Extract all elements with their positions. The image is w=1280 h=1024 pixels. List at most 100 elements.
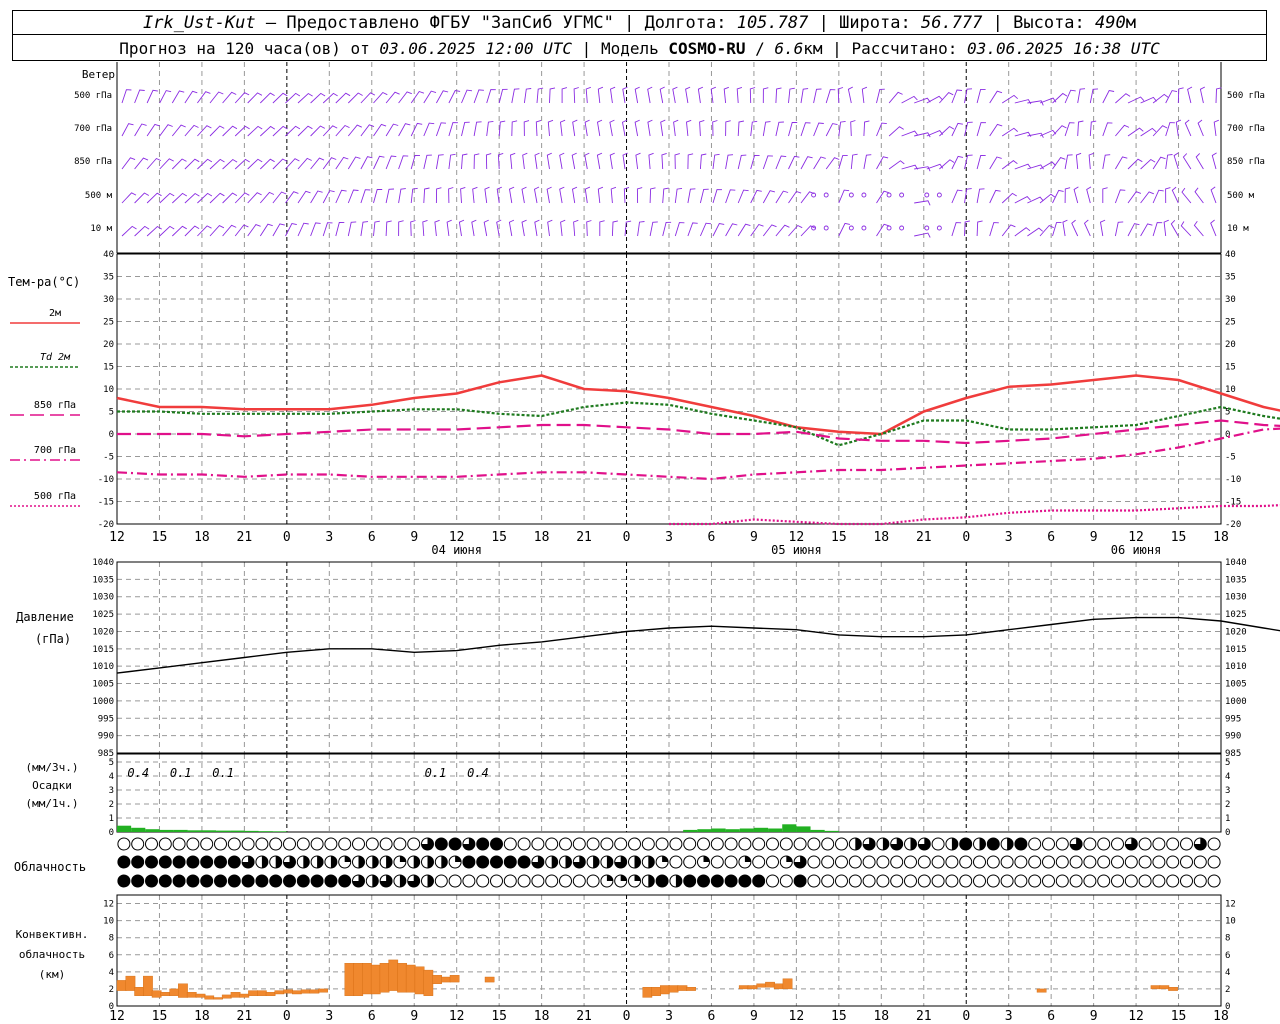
wind-barb [484, 186, 490, 204]
precip-bar [145, 829, 160, 832]
wind-barb [184, 158, 200, 170]
wind-barb [750, 189, 762, 204]
precip-unit-1h: (мм/1ч.) [26, 797, 79, 810]
cloud-cover-symbol [683, 837, 697, 851]
pressure-tick-left: 1020 [92, 627, 114, 637]
temp-tick-right: 40 [1225, 250, 1236, 260]
cloud-cover-symbol [517, 855, 531, 869]
wind-barb [322, 92, 338, 104]
wind-barb [134, 192, 150, 204]
wind-barb [1052, 92, 1068, 104]
temp-tick-right: 10 [1225, 385, 1236, 395]
wind-barb [989, 123, 1003, 137]
cloud-cover-fill [910, 838, 917, 850]
wind-barb [473, 89, 484, 104]
wind-barb [310, 190, 323, 204]
conv-time-axis-hour: 15 [831, 1009, 847, 1024]
convective-panel: Конвективн. облачность (км) 12 12 10 10 8 8 6 6… [16, 894, 1236, 1024]
cloud-cover-symbol [476, 855, 490, 869]
wind-barb [838, 155, 848, 170]
wind-barb [522, 152, 528, 170]
wind-barb [1064, 187, 1071, 204]
wind-barb [674, 222, 685, 237]
cloud-cover-symbol [241, 837, 255, 851]
convective-cloud-bar [370, 964, 381, 995]
time-axis-hour: 6 [708, 530, 716, 545]
precip-title: Осадки [32, 779, 72, 792]
wind-barb [1181, 187, 1192, 204]
wind-barb [1152, 189, 1164, 204]
pressure-tick-right: 1005 [1225, 680, 1247, 690]
wind-barb [838, 120, 846, 137]
wind-barb [435, 154, 444, 170]
temp-tick-right: 30 [1225, 295, 1236, 305]
convective-cloud-bar [765, 981, 775, 988]
convective-cloud-bar [292, 990, 302, 995]
conv-time-axis-hour: 3 [665, 1009, 673, 1024]
wind-barb [234, 125, 250, 137]
time-axis-hour: 21 [916, 530, 932, 545]
cloud-cover-symbol [117, 874, 131, 888]
cloud-cover-symbol [766, 855, 779, 869]
cloud-cover-symbol [1138, 874, 1152, 888]
wind-barb [347, 156, 361, 170]
temp-tick-right: 25 [1225, 318, 1236, 328]
cloud-cover-symbol [1180, 874, 1193, 888]
temp-legend-label: 2м [49, 308, 61, 319]
wind-barb [234, 192, 250, 204]
conv-unit: (км) [39, 968, 66, 981]
wind-barb [259, 158, 275, 170]
cloud-cover-symbol [338, 837, 352, 851]
wind-barb [762, 87, 769, 104]
cloud-cover-symbol [862, 855, 876, 869]
cloud-cover-symbol [490, 874, 503, 888]
wind-barb [1210, 219, 1217, 237]
convective-cloud-bar [221, 994, 232, 999]
wind-barb [1075, 152, 1082, 170]
wind-barb [398, 91, 412, 104]
cloud-cover-symbol [200, 837, 214, 851]
wind-barb [647, 86, 653, 104]
wind-level-label-left: 500 гПа [74, 91, 112, 101]
wind-barb [508, 186, 515, 204]
cloud-cover-symbol [821, 874, 835, 888]
cloud-cover-symbol [586, 837, 600, 851]
wind-barb [259, 191, 275, 204]
cloud-cover-symbol [559, 874, 572, 888]
wind-barb [888, 126, 904, 137]
time-axis-hour: 18 [534, 530, 550, 545]
wind-barb [1182, 153, 1192, 170]
wind-barb [584, 119, 590, 137]
wind-barb [674, 187, 683, 204]
wind-barb [259, 223, 273, 237]
wind-barb [1127, 223, 1140, 237]
time-axis-hour: 15 [152, 530, 168, 545]
wind-barb [876, 190, 889, 204]
cloud-cover-symbol [1207, 855, 1221, 869]
cloud-cover-symbol [766, 874, 779, 888]
conv-time-axis-hour: 6 [1047, 1009, 1055, 1024]
precip-tick-left: 1 [109, 814, 114, 824]
convective-cloud-bar [642, 987, 653, 998]
cloud-cover-symbol [1069, 855, 1083, 869]
cloud-cover-symbol [1166, 855, 1180, 869]
cloud-cover-symbol [821, 837, 835, 851]
wind-barb [410, 122, 423, 137]
temp-legend-label: 700 гПа [34, 445, 76, 456]
cloud-cover-symbol [1083, 837, 1097, 851]
wind-barb [347, 92, 363, 104]
wind-barb [1099, 219, 1106, 237]
convective-cloud-bar [178, 983, 188, 998]
cloud-cover-symbol [1166, 837, 1180, 851]
wind-barb [434, 219, 440, 237]
wind-barb [634, 119, 640, 137]
wind-barb [171, 158, 187, 170]
cloud-cover-symbol [1097, 837, 1111, 851]
wind-barb [297, 222, 309, 237]
wind-barb [121, 123, 134, 137]
wind-calm-marker [924, 192, 930, 198]
wind-barb [1014, 196, 1031, 204]
time-axis-hour: 21 [576, 530, 592, 545]
wind-barb [775, 121, 784, 137]
cloud-cover-symbol [186, 855, 200, 869]
